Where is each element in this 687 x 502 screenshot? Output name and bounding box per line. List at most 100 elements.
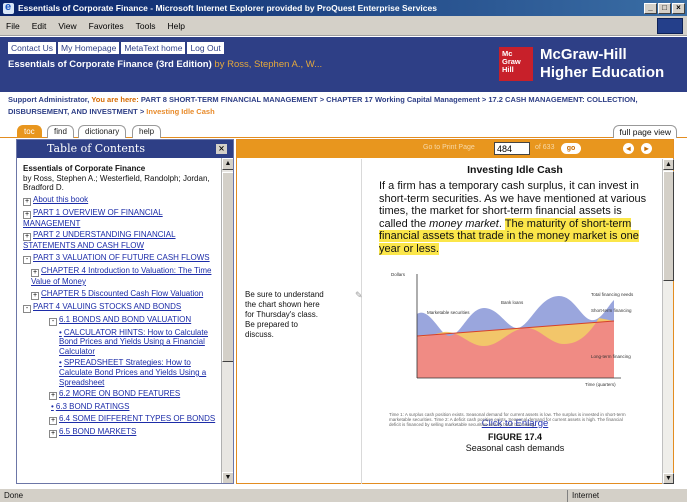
figure-number: FIGURE 17.4 — [487, 431, 543, 442]
previous-page-icon[interactable]: ◂ — [623, 143, 634, 154]
toc-item[interactable]: + CHAPTER 4 Introduction to Valuation: Th… — [23, 266, 217, 287]
toc-item-label[interactable]: PART 1 OVERVIEW OF FINANCIAL MANAGEMENT — [23, 208, 163, 228]
browser-icon — [3, 1, 14, 14]
toc-item-label[interactable]: SPREADSHEET Strategies: How to Calculate… — [59, 358, 206, 386]
publisher-name: McGraw-Hill Higher Education — [540, 46, 664, 82]
next-page-icon[interactable]: ▸ — [641, 143, 652, 154]
toc-item[interactable]: • 6.3 BOND RATINGS — [23, 402, 217, 412]
expand-icon[interactable]: + — [23, 210, 31, 219]
contact-us-link[interactable]: Contact Us — [8, 42, 57, 54]
mcgraw-hill-logo: Mc Graw Hill — [499, 47, 533, 81]
publisher-line-1: McGraw-Hill — [540, 46, 627, 63]
toc-item-label[interactable]: CALCULATOR HINTS: How to Calculate Bond … — [59, 328, 208, 356]
status-bar: Done Internet — [0, 488, 687, 502]
toc-item-label[interactable]: PART 4 VALUING STOCKS AND BONDS — [33, 302, 181, 311]
reading-content: Investing Idle Cash If a firm has a temp… — [379, 164, 651, 453]
figure-chart[interactable]: Dollars Time (quarters) Marketable secur… — [389, 266, 639, 427]
toc-close-icon[interactable]: × — [216, 144, 227, 154]
toc-item[interactable]: +6.4 SOME DIFFERENT TYPES OF BONDS — [23, 414, 217, 425]
goto-page-label: Go to Print Page — [423, 144, 475, 151]
scroll-up-icon[interactable]: ▲ — [663, 159, 674, 170]
toc-authors: by Ross, Stephen A.; Westerfield, Randol… — [23, 173, 210, 193]
menu-bar: File Edit View Favorites Tools Help — [0, 16, 687, 36]
scroll-thumb[interactable] — [222, 172, 233, 362]
menu-tools[interactable]: Tools — [136, 21, 156, 31]
tab-find[interactable]: find — [47, 125, 74, 138]
toc-item[interactable]: + PART 2 UNDERSTANDING FINANCIAL STATEMEN… — [23, 230, 217, 251]
expand-icon[interactable]: + — [31, 268, 39, 277]
expand-icon[interactable]: + — [49, 429, 57, 438]
pin-icon[interactable]: ✎ — [355, 290, 363, 301]
toc-item-label[interactable]: PART 3 VALUATION OF FUTURE CASH FLOWS — [33, 253, 210, 262]
collapse-icon[interactable]: - — [49, 317, 57, 326]
my-homepage-link[interactable]: My Homepage — [58, 42, 120, 54]
toc-item-label[interactable]: CHAPTER 4 Introduction to Valuation: The… — [31, 266, 211, 286]
toc-item[interactable]: - PART 3 VALUATION OF FUTURE CASH FLOWS — [23, 253, 217, 264]
toc-item-label[interactable]: 6.3 BOND RATINGS — [56, 402, 130, 411]
toc-item-label[interactable]: 6.1 BONDS AND BOND VALUATION — [59, 315, 191, 324]
label-long-term: Long-term financing — [591, 354, 631, 359]
toc-scrollbar[interactable]: ▲ ▼ — [221, 158, 233, 483]
book-authors[interactable]: by Ross, Stephen A., W... — [214, 59, 322, 70]
menu-help[interactable]: Help — [167, 21, 184, 31]
scroll-thumb[interactable] — [663, 171, 674, 281]
toc-item-label[interactable]: PART 2 UNDERSTANDING FINANCIAL STATEMENT… — [23, 230, 176, 250]
site-header: Contact Us My Homepage MetaText home Log… — [0, 37, 687, 92]
bullet-icon: • — [51, 402, 54, 412]
toc-item[interactable]: +6.2 MORE ON BOND FEATURES — [23, 389, 217, 401]
toc-item[interactable]: - PART 4 VALUING STOCKS AND BONDS — [23, 302, 217, 313]
minimize-button[interactable]: _ — [644, 2, 657, 14]
expand-icon[interactable]: + — [23, 197, 31, 206]
term-money-market: money market — [429, 217, 499, 230]
toc-item[interactable]: + CHAPTER 5 Discounted Cash Flow Valuatio… — [23, 289, 217, 300]
toc-item[interactable]: • SPREADSHEET Strategies: How to Calculat… — [23, 358, 217, 387]
paragraph-text: . — [498, 217, 505, 230]
expand-icon[interactable]: + — [49, 416, 57, 425]
tab-dictionary[interactable]: dictionary — [78, 125, 127, 138]
toc-item[interactable]: • CALCULATOR HINTS: How to Calculate Bond… — [23, 328, 217, 357]
go-button[interactable]: go — [561, 143, 581, 154]
content-scrollbar[interactable]: ▲ ▼ — [662, 159, 674, 484]
expand-icon[interactable]: + — [31, 291, 39, 300]
menu-edit[interactable]: Edit — [32, 21, 47, 31]
user-name: Support Administrator, — [8, 95, 90, 104]
x-axis-label: Time (quarters) — [585, 382, 616, 387]
scroll-down-icon[interactable]: ▼ — [663, 473, 674, 484]
tab-toc[interactable]: toc — [17, 125, 42, 138]
figure-footnote: Time 1: A surplus cash position exists. … — [389, 411, 626, 427]
expand-icon[interactable]: + — [23, 233, 31, 242]
bullet-icon: • — [59, 358, 62, 368]
collapse-icon[interactable]: - — [23, 304, 31, 313]
bullet-icon: • — [59, 327, 62, 337]
table-of-contents-panel: Table of Contents × Essentials of Corpor… — [16, 139, 234, 484]
toc-item-label[interactable]: 6.4 SOME DIFFERENT TYPES OF BONDS — [59, 414, 215, 423]
book-title-text: Essentials of Corporate Finance (3rd Edi… — [8, 59, 212, 70]
toc-item[interactable]: +6.5 BOND MARKETS — [23, 427, 217, 438]
expand-icon[interactable]: + — [49, 392, 57, 401]
full-page-view-tab[interactable]: full page view — [613, 125, 677, 138]
toc-item-label[interactable]: CHAPTER 5 Discounted Cash Flow Valuation — [41, 289, 203, 298]
menu-file[interactable]: File — [6, 21, 20, 31]
toc-item[interactable]: -6.1 BONDS AND BOND VALUATION — [23, 315, 217, 326]
scroll-down-icon[interactable]: ▼ — [222, 472, 233, 483]
page-number-input[interactable] — [494, 142, 530, 155]
label-marketable: Marketable securities — [427, 310, 470, 315]
toc-item[interactable]: + About this book — [23, 195, 217, 206]
menu-view[interactable]: View — [58, 21, 76, 31]
toc-item-label[interactable]: About this book — [33, 195, 88, 204]
book-title: Essentials of Corporate Finance (3rd Edi… — [8, 59, 322, 70]
security-zone: Internet — [567, 489, 687, 502]
toc-item-label[interactable]: 6.5 BOND MARKETS — [59, 427, 136, 436]
menu-favorites[interactable]: Favorites — [89, 21, 124, 31]
maximize-button[interactable]: □ — [658, 2, 671, 14]
toc-item[interactable]: + PART 1 OVERVIEW OF FINANCIAL MANAGEMENT — [23, 208, 217, 229]
toc-item-label[interactable]: 6.2 MORE ON BOND FEATURES — [59, 389, 180, 398]
page-count: of 633 — [535, 144, 555, 151]
collapse-icon[interactable]: - — [23, 255, 31, 264]
metatext-home-link[interactable]: MetaText home — [121, 42, 186, 54]
close-window-button[interactable]: × — [672, 2, 685, 14]
tab-help[interactable]: help — [132, 125, 162, 138]
log-out-link[interactable]: Log Out — [187, 42, 224, 54]
scroll-up-icon[interactable]: ▲ — [222, 158, 233, 170]
section-heading: Investing Idle Cash — [467, 164, 563, 176]
